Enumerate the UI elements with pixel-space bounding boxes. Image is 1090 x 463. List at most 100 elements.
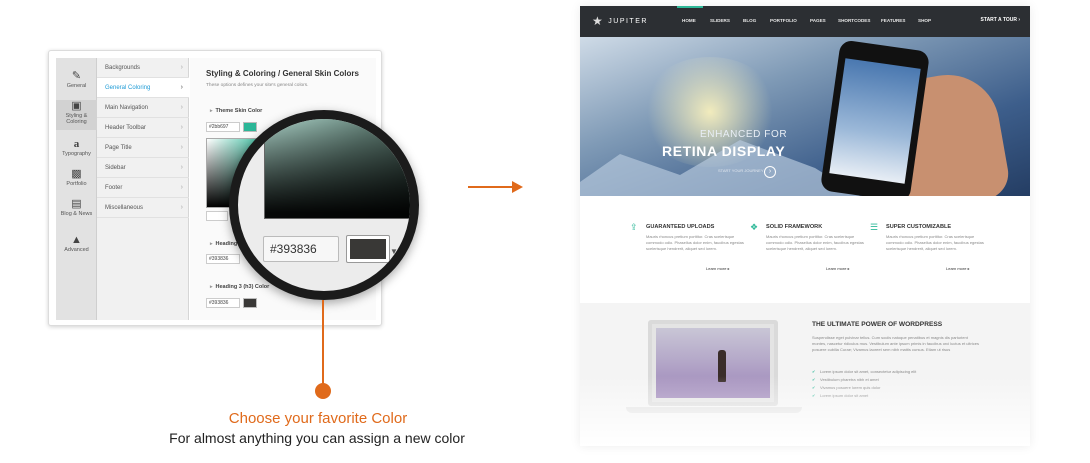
tab-label: Portfolio [66,181,87,187]
menu-item-footer[interactable]: Footer › [97,178,189,198]
feature-title: SOLID FRAMEWORK [766,224,823,230]
chevron-right-icon[interactable]: › [764,166,776,178]
nav-item-shortcodes[interactable]: SHORTCODES [838,18,870,23]
page-title: Styling & Coloring / General Skin Colors [206,69,359,78]
admin-submenu: Backgrounds › General Coloring › Main Navi… [97,58,189,320]
hero-kicker: ENHANCED FOR [700,129,788,140]
theme-skin-hex-input[interactable]: #2bb697 [206,122,240,132]
tab-label: General [66,83,87,89]
nav-item-home[interactable]: HOME [677,6,703,23]
chevron-right-icon: › [180,84,183,91]
hero-title: RETINA DISPLAY [662,143,786,159]
tour-label: START A TOUR [980,17,1017,23]
logo-text: JUPITER [608,18,648,25]
feature-title: SUPER CUSTOMIZABLE [886,224,952,230]
tab-styling-coloring[interactable]: ▣ Styling & Coloring [56,100,97,130]
caption-subtitle: For almost anything you can assign a new… [169,430,465,446]
magnifier-lens: #393836 ▼ [229,110,419,300]
wrench-icon: ▲ [71,234,82,246]
bottom-fade [580,376,1030,446]
feature-text: Mauris rhoncus pretium porttitor. Cras s… [646,234,744,251]
site-navbar: ★ JUPITER HOME SLIDERS BLOG PORTFOLIO PAG… [580,6,1030,37]
heading-label: Heading [210,241,238,247]
menu-item-header-toolbar[interactable]: Header Toolbar › [97,118,189,138]
hero-cta-text[interactable]: START YOUR JOURNEY [718,168,764,173]
features-section: ⇪ GUARANTEED UPLOADS Mauris rhoncus pret… [580,196,1030,301]
menu-item-label: Footer [105,185,123,191]
picker-hex-input[interactable] [206,211,228,221]
nav-item-sliders[interactable]: SLIDERS [710,18,730,23]
admin-icon-tabs: ✎ General ▣ Styling & Coloring a Typogra… [56,58,97,320]
menu-item-label: Backgrounds [105,65,141,71]
wordpress-text: Suspendisse eget pulvinar tellus. Cum so… [812,335,979,352]
menu-item-label: Main Navigation [105,105,149,111]
tab-label: Advanced [64,247,89,253]
magnified-color-picker [264,119,410,219]
tab-typography[interactable]: a Typography [56,138,97,162]
start-tour-button[interactable]: START A TOUR › [981,17,1020,23]
nav-item-pages[interactable]: PAGES [810,18,826,23]
nav-item-shop[interactable]: SHOP [918,18,931,23]
heading3-swatch[interactable] [243,298,257,308]
chevron-right-icon: › [180,124,183,131]
menu-item-label: General Coloring [105,85,151,91]
heading3-hex-input[interactable]: #393836 [206,298,240,308]
menu-item-page-title[interactable]: Page Title › [97,138,189,158]
font-icon: a [73,138,80,150]
layers-icon: ☰ [870,222,879,232]
tab-label: Typography [62,151,91,157]
caption-title: Choose your favorite Color [228,410,408,427]
wordpress-title: THE ULTIMATE POWER OF WORDPRESS [812,321,943,328]
chevron-right-icon: › [1018,17,1020,23]
magnified-hex-input[interactable]: #393836 [263,236,339,262]
tab-blog-news[interactable]: ▤ Blog & News [56,198,97,232]
tab-advanced[interactable]: ▲ Advanced [56,234,97,258]
tab-portfolio[interactable]: ▩ Portfolio [56,168,97,192]
brush-icon: ✎ [71,70,82,82]
menu-item-label: Page Title [105,145,132,151]
learn-more-link[interactable]: Learn more ▸ [826,266,850,271]
chevron-right-icon: › [180,144,183,151]
arrow-head [512,181,523,193]
tab-label: Styling & Coloring [65,113,88,125]
menu-item-label: Header Toolbar [105,125,146,131]
site-preview: ★ JUPITER HOME SLIDERS BLOG PORTFOLIO PAG… [580,6,1030,446]
callout-dot [315,383,331,399]
menu-item-backgrounds[interactable]: Backgrounds › [97,58,189,78]
menu-item-main-navigation[interactable]: Main Navigation › [97,98,189,118]
briefcase-icon: ▩ [71,168,82,180]
menu-item-sidebar[interactable]: Sidebar › [97,158,189,178]
theme-skin-swatch[interactable] [243,122,257,132]
nav-item-blog[interactable]: BLOG [743,18,756,23]
feature-text: Mauris rhoncus pretium porttitor. Cras s… [886,234,984,251]
menu-item-label: Miscellaneous [105,205,144,211]
chevron-right-icon: › [180,104,183,111]
chevron-down-icon: ▼ [390,247,398,256]
hero-banner: ENHANCED FOR RETINA DISPLAY START YOUR J… [580,37,1030,196]
heading3-label: Heading 3 (h3) Color [210,284,270,290]
upload-icon: ⇪ [630,222,638,232]
nav-item-features[interactable]: FEATURES [881,18,905,23]
palette-icon: ▣ [71,100,82,112]
learn-more-link[interactable]: Learn more ▸ [946,266,970,271]
tab-general[interactable]: ✎ General [56,70,97,98]
feature-text: Mauris rhoncus pretium porttitor. Cras s… [766,234,864,251]
menu-item-label: Sidebar [105,165,126,171]
chevron-right-icon: › [180,164,183,171]
chevron-right-icon: › [180,204,183,211]
heading-hex-input[interactable]: #393836 [206,254,240,264]
menu-item-general-coloring[interactable]: General Coloring › [97,78,189,98]
newspaper-icon: ▤ [71,198,82,210]
callout-line [322,300,324,386]
nav-item-portfolio[interactable]: PORTFOLIO [770,18,797,23]
menu-item-miscellaneous[interactable]: Miscellaneous › [97,198,189,218]
learn-more-link[interactable]: Learn more ▸ [706,266,730,271]
site-logo[interactable]: ★ JUPITER [592,14,648,28]
chevron-right-icon: › [180,184,183,191]
chevron-right-icon: › [180,64,183,71]
theme-skin-label: Theme Skin Color [210,108,263,114]
page-subtitle: These options defines your site's genera… [206,83,309,88]
tab-label: Blog & News [60,211,93,217]
magnified-color-swatch[interactable] [346,235,390,263]
cube-icon: ❖ [750,222,759,232]
